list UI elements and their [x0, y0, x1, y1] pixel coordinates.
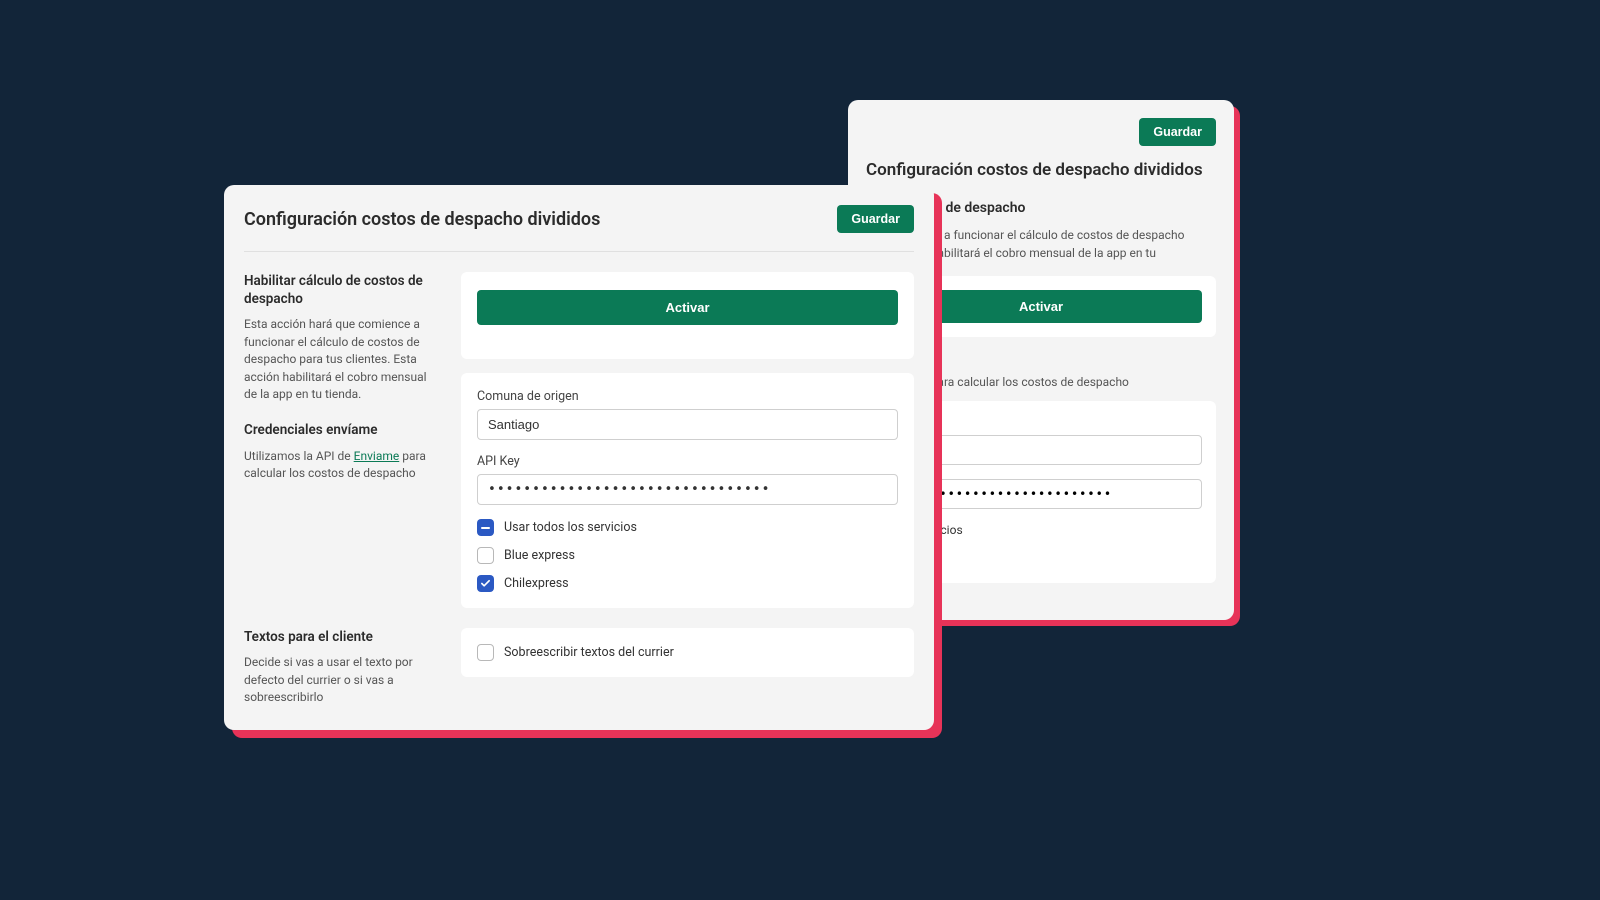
checkbox-blue-express[interactable]: Blue express: [477, 547, 898, 564]
texts-panel: Sobreescribir textos del currier: [461, 628, 914, 677]
header-row: Configuración costos de despacho dividid…: [244, 205, 914, 252]
checkbox-chilexpress[interactable]: Chilexpress: [477, 575, 898, 592]
texts-section-desc: Decide si vas a usar el texto por defect…: [244, 654, 439, 706]
enable-panel: Activar: [461, 272, 914, 359]
page-title: Configuración costos de despacho dividid…: [244, 209, 600, 230]
save-button[interactable]: Guardar: [837, 205, 914, 233]
settings-card-front: Configuración costos de despacho dividid…: [224, 185, 934, 730]
checkbox-indeterminate-icon: [477, 519, 494, 536]
checkbox-chilexpress-label: Chilexpress: [504, 576, 569, 591]
checkbox-checked-icon: [477, 575, 494, 592]
checkbox-blue-label: Blue express: [504, 548, 575, 563]
enable-section-title: Habilitar cálculo de costos de despacho: [244, 272, 439, 308]
activate-button[interactable]: Activar: [477, 290, 898, 325]
checkbox-empty-icon: [477, 547, 494, 564]
texts-section-title: Textos para el cliente: [244, 628, 439, 646]
credentials-section-title: Credenciales envíame: [244, 421, 439, 439]
save-button-back[interactable]: Guardar: [1139, 118, 1216, 146]
page-title-back: Configuración costos de despacho dividid…: [866, 160, 1216, 180]
apikey-input[interactable]: [477, 474, 898, 505]
checkbox-override-texts[interactable]: Sobreescribir textos del currier: [477, 644, 898, 661]
apikey-label: API Key: [477, 454, 898, 469]
checkbox-empty-icon: [477, 644, 494, 661]
enable-section-desc: Esta acción hará que comience a funciona…: [244, 316, 439, 403]
comuna-input[interactable]: [477, 409, 898, 440]
credentials-section-desc: Utilizamos la API de Enviame para calcul…: [244, 448, 439, 483]
comuna-label: Comuna de origen: [477, 389, 898, 404]
checkbox-all-services[interactable]: Usar todos los servicios: [477, 519, 898, 536]
enviame-link[interactable]: Enviame: [354, 449, 400, 463]
checkbox-all-label: Usar todos los servicios: [504, 520, 637, 535]
checkbox-override-label: Sobreescribir textos del currier: [504, 645, 674, 660]
credentials-panel: Comuna de origen API Key Usar todos los …: [461, 373, 914, 608]
